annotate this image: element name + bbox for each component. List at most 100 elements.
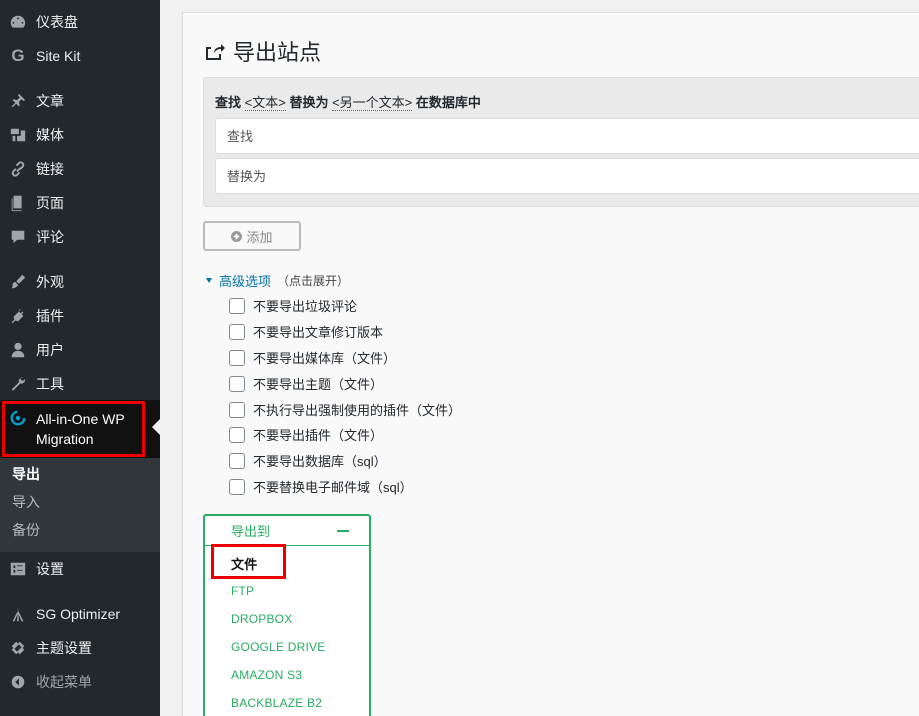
wrench-icon bbox=[0, 375, 36, 393]
option-no-spam-comments[interactable]: 不要导出垃圾评论 bbox=[229, 296, 357, 315]
export-to-dropbox[interactable]: DROPBOX bbox=[231, 612, 292, 626]
sidebar-item-label: 收起菜单 bbox=[36, 674, 92, 690]
checkbox[interactable] bbox=[229, 401, 245, 418]
sidebar-item-links[interactable]: 链接 bbox=[0, 154, 160, 184]
text-token: <文本> bbox=[244, 95, 286, 111]
find-input[interactable] bbox=[215, 118, 919, 154]
export-to-label: 导出到 bbox=[231, 524, 271, 539]
collapse-icon bbox=[0, 673, 36, 691]
dashboard-icon bbox=[0, 13, 36, 31]
replace-input[interactable] bbox=[215, 158, 919, 194]
sidebar-item-pages[interactable]: 页面 bbox=[0, 188, 160, 218]
sidebar-item-sg-optimizer[interactable]: SG Optimizer bbox=[0, 599, 160, 629]
sidebar-item-settings[interactable]: 设置 bbox=[0, 554, 160, 584]
submenu-item-export[interactable]: 导出 bbox=[12, 460, 40, 488]
sidebar-item-dashboard[interactable]: 仪表盘 bbox=[0, 7, 160, 37]
user-icon bbox=[0, 341, 36, 359]
sidebar-item-label: 文章 bbox=[36, 93, 64, 109]
comment-icon bbox=[0, 228, 36, 246]
highlight-box bbox=[2, 401, 145, 457]
page-icon bbox=[0, 194, 36, 212]
sidebar-item-label: 链接 bbox=[36, 161, 64, 177]
checkbox[interactable] bbox=[229, 297, 245, 314]
sg-icon bbox=[0, 605, 36, 623]
export-to-header[interactable]: 导出到 bbox=[205, 516, 369, 546]
add-button-label: 添加 bbox=[246, 229, 273, 245]
sidebar-item-label: 页面 bbox=[36, 195, 64, 211]
option-no-revisions[interactable]: 不要导出文章修订版本 bbox=[229, 322, 383, 341]
sidebar-item-posts[interactable]: 文章 bbox=[0, 86, 160, 116]
sidebar-item-tools[interactable]: 工具 bbox=[0, 369, 160, 399]
sidebar-item-label: 外观 bbox=[36, 274, 64, 290]
option-label: 不要导出插件（文件） bbox=[253, 428, 384, 443]
checkbox[interactable] bbox=[229, 452, 245, 469]
sidebar-item-site-kit[interactable]: G Site Kit bbox=[0, 41, 160, 71]
sidebar-item-all-in-one-wp-migration[interactable]: All-in-One WP Migration bbox=[0, 400, 160, 458]
sidebar-submenu: 导出 导入 备份 bbox=[0, 458, 160, 552]
export-to-ftp[interactable]: FTP bbox=[231, 584, 254, 598]
add-button[interactable]: 添加 bbox=[203, 221, 301, 251]
advanced-options-hint: （点击展开） bbox=[277, 274, 350, 288]
sidebar-item-label: 用户 bbox=[36, 342, 64, 358]
sidebar-item-plugins[interactable]: 插件 bbox=[0, 301, 160, 331]
plus-circle-icon bbox=[231, 230, 243, 242]
advanced-options-toggle[interactable]: 高级选项 （点击展开） bbox=[206, 271, 349, 290]
pin-icon bbox=[0, 92, 36, 110]
heading-suffix: 在数据库中 bbox=[415, 95, 481, 110]
option-label: 不要导出文章修订版本 bbox=[253, 325, 384, 340]
submenu-item-import[interactable]: 导入 bbox=[12, 488, 40, 516]
find-replace-box: 查找 <文本> 替换为 <另一个文本> 在数据库中 bbox=[203, 77, 919, 207]
settings-icon bbox=[0, 560, 36, 578]
sidebar-item-label: Site Kit bbox=[36, 48, 81, 64]
google-g-icon: G bbox=[11, 46, 25, 65]
export-icon bbox=[206, 44, 225, 60]
option-no-must-use-plugins[interactable]: 不执行导出强制使用的插件（文件） bbox=[229, 400, 461, 419]
option-label: 不要导出主题（文件） bbox=[253, 377, 384, 392]
heading-prefix: 查找 bbox=[215, 95, 242, 110]
export-to-dropdown: 导出到 文件 FTP DROPBOX GOOGLE DRIVE AMAZON S… bbox=[203, 514, 371, 716]
sidebar-item-label: 媒体 bbox=[36, 127, 64, 143]
option-label: 不要导出媒体库（文件） bbox=[253, 351, 397, 366]
option-no-themes[interactable]: 不要导出主题（文件） bbox=[229, 374, 383, 393]
export-to-amazon-s3[interactable]: AMAZON S3 bbox=[231, 668, 302, 682]
export-to-backblaze-b2[interactable]: BACKBLAZE B2 bbox=[231, 696, 322, 710]
sidebar-item-comments[interactable]: 评论 bbox=[0, 222, 160, 252]
sidebar-item-users[interactable]: 用户 bbox=[0, 335, 160, 365]
option-no-media[interactable]: 不要导出媒体库（文件） bbox=[229, 348, 396, 367]
option-label: 不执行导出强制使用的插件（文件） bbox=[253, 403, 462, 418]
plugin-icon bbox=[0, 307, 36, 325]
media-icon bbox=[0, 126, 36, 144]
option-no-plugins[interactable]: 不要导出插件（文件） bbox=[229, 425, 383, 444]
minus-icon bbox=[337, 529, 349, 532]
theme-settings-icon bbox=[0, 639, 36, 657]
sidebar-item-label: 设置 bbox=[36, 561, 64, 577]
sidebar-item-media[interactable]: 媒体 bbox=[0, 120, 160, 150]
page-title: 导出站点 bbox=[203, 35, 321, 67]
option-label: 不要导出垃圾评论 bbox=[253, 299, 358, 314]
option-label: 不要替换电子邮件域（sql） bbox=[253, 480, 413, 495]
checkbox[interactable] bbox=[229, 478, 245, 495]
find-replace-heading: 查找 <文本> 替换为 <另一个文本> 在数据库中 bbox=[215, 92, 481, 111]
sidebar-item-label: 主题设置 bbox=[36, 640, 92, 656]
submenu-item-backups[interactable]: 备份 bbox=[12, 516, 40, 544]
link-icon bbox=[0, 160, 36, 178]
option-no-database[interactable]: 不要导出数据库（sql） bbox=[229, 451, 387, 470]
checkbox[interactable] bbox=[229, 426, 245, 443]
checkbox[interactable] bbox=[229, 323, 245, 340]
current-arrow bbox=[152, 419, 160, 435]
another-text-token: <另一个文本> bbox=[332, 95, 413, 111]
sidebar-item-collapse[interactable]: 收起菜单 bbox=[0, 667, 160, 697]
checkbox[interactable] bbox=[229, 375, 245, 392]
admin-sidebar: 仪表盘 G Site Kit 文章 媒体 链接 页面 评论 外观 插件 用户 工… bbox=[0, 0, 160, 716]
option-no-email-replace[interactable]: 不要替换电子邮件域（sql） bbox=[229, 477, 413, 496]
export-to-google-drive[interactable]: GOOGLE DRIVE bbox=[231, 640, 325, 654]
sidebar-item-theme-settings[interactable]: 主题设置 bbox=[0, 633, 160, 663]
caret-down-icon bbox=[206, 278, 212, 283]
sidebar-item-appearance[interactable]: 外观 bbox=[0, 267, 160, 297]
highlight-box bbox=[211, 544, 286, 579]
page-title-text: 导出站点 bbox=[233, 40, 322, 65]
brush-icon bbox=[0, 273, 36, 291]
export-panel: 导出站点 查找 <文本> 替换为 <另一个文本> 在数据库中 添加 高级选项 （… bbox=[182, 12, 919, 716]
checkbox[interactable] bbox=[229, 349, 245, 366]
sidebar-item-label: 评论 bbox=[36, 229, 64, 245]
